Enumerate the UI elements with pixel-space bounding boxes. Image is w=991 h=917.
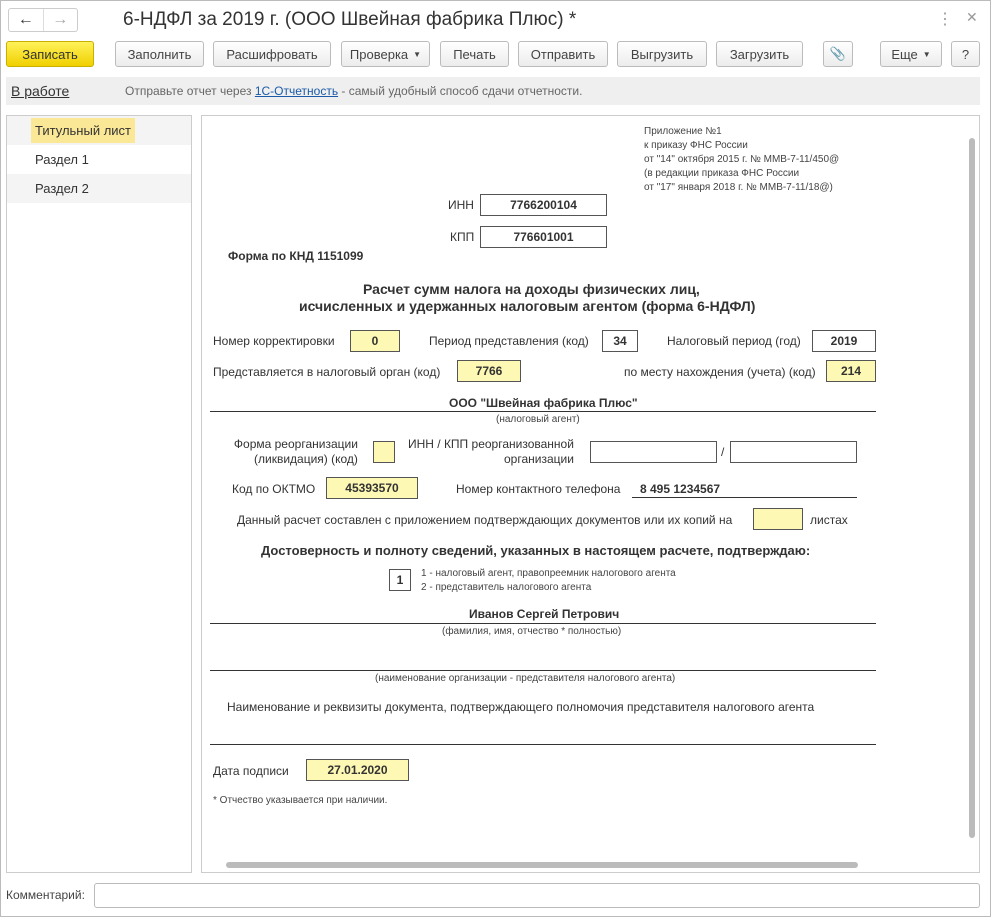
- window-title: 6-НДФЛ за 2019 г. (ООО Швейная фабрика П…: [123, 9, 577, 30]
- divider: [210, 411, 876, 412]
- form-title-2: исчисленных и удержанных налоговым агент…: [299, 298, 756, 314]
- divider: [210, 744, 876, 745]
- phone-field[interactable]: 8 495 1234567: [640, 482, 720, 496]
- back-icon[interactable]: ←: [9, 9, 44, 31]
- forward-icon[interactable]: →: [44, 9, 78, 31]
- form-title-1: Расчет сумм налога на доходы физических …: [363, 281, 700, 297]
- status-bar: В работе Отправьте отчет через 1С-Отчетн…: [6, 77, 980, 105]
- status-hint: Отправьте отчет через 1С-Отчетность - са…: [125, 84, 583, 98]
- sidebar: Титульный лист Раздел 1 Раздел 2: [6, 115, 192, 873]
- footnote: * Отчество указывается при наличии.: [213, 795, 388, 806]
- more-icon[interactable]: ⋮: [937, 9, 953, 29]
- reorg-field[interactable]: [373, 441, 395, 463]
- dropdown-icon: ▼: [413, 49, 422, 59]
- attachment-label: Данный расчет составлен с приложением по…: [237, 513, 733, 527]
- document-label: Наименование и реквизиты документа, подт…: [227, 700, 815, 714]
- signer-option-2: 2 - представитель налогового агента: [421, 582, 592, 593]
- signer-fio[interactable]: Иванов Сергей Петрович: [469, 607, 619, 621]
- period-field[interactable]: 34: [602, 330, 638, 352]
- send-button[interactable]: Отправить: [518, 41, 608, 67]
- sidebar-item-title-page[interactable]: Титульный лист: [7, 116, 191, 145]
- attachment-sheets-field[interactable]: [753, 508, 803, 530]
- vertical-scrollbar[interactable]: [969, 138, 975, 838]
- kpp-field[interactable]: 776601001: [480, 226, 607, 248]
- dropdown-icon: ▼: [922, 49, 931, 59]
- comment-input[interactable]: [94, 883, 980, 908]
- representative-caption: (наименование организации - представител…: [375, 673, 676, 684]
- inn-label: ИНН: [448, 198, 474, 212]
- horizontal-scrollbar[interactable]: [226, 862, 858, 868]
- status-link[interactable]: В работе: [11, 83, 69, 99]
- appendix: Приложение №1 к приказу ФНС России от "14"…: [644, 126, 840, 193]
- phone-underline: [632, 497, 857, 498]
- more-label: Еще: [891, 46, 918, 62]
- nav-group: ← →: [8, 8, 78, 32]
- reorg-inn-label: ИНН / КПП реорганизованной организации: [407, 437, 574, 466]
- check-label: Проверка: [349, 46, 409, 62]
- print-button[interactable]: Печать: [440, 41, 509, 67]
- signer-option-1: 1 - налоговый агент, правопреемник налог…: [421, 568, 676, 579]
- reorg-label: Форма реорганизации (ликвидация) (код): [233, 437, 358, 466]
- close-icon[interactable]: ✕: [966, 9, 978, 26]
- divider: [210, 623, 876, 624]
- form-content: Приложение №1 к приказу ФНС России от "14"…: [202, 116, 979, 872]
- year-label: Налоговый период (год): [667, 334, 801, 348]
- year-field[interactable]: 2019: [812, 330, 876, 352]
- tax-office-label: Представляется в налоговый орган (код): [213, 365, 441, 379]
- tax-office-field[interactable]: 7766: [457, 360, 521, 382]
- divider: [210, 670, 876, 671]
- reorg-inn-field[interactable]: [590, 441, 717, 463]
- confirm-heading: Достоверность и полноту сведений, указан…: [261, 543, 811, 558]
- signer-code-field[interactable]: 1: [389, 569, 411, 591]
- save-button[interactable]: Записать: [6, 41, 94, 67]
- reorg-kpp-field[interactable]: [730, 441, 857, 463]
- import-button[interactable]: Загрузить: [716, 41, 803, 67]
- decode-button[interactable]: Расшифровать: [213, 41, 331, 67]
- sign-date-field[interactable]: 27.01.2020: [306, 759, 409, 781]
- agent-name: ООО "Швейная фабрика Плюс": [449, 396, 638, 410]
- sign-date-label: Дата подписи: [213, 764, 289, 778]
- oktmo-field[interactable]: 45393570: [326, 477, 418, 499]
- agent-caption: (налоговый агент): [496, 414, 580, 425]
- sidebar-item-label: Раздел 1: [35, 152, 89, 167]
- place-field[interactable]: 214: [826, 360, 876, 382]
- sidebar-item-label: Титульный лист: [31, 118, 136, 143]
- form-panel: Приложение №1 к приказу ФНС России от "14"…: [201, 115, 980, 873]
- slash: /: [721, 445, 725, 459]
- fill-button[interactable]: Заполнить: [115, 41, 204, 67]
- knd-label: Форма по КНД 1151099: [228, 249, 364, 263]
- sidebar-item-label: Раздел 2: [35, 181, 89, 196]
- kpp-label: КПП: [450, 230, 475, 244]
- paperclip-icon[interactable]: 📎: [823, 41, 853, 67]
- fio-caption: (фамилия, имя, отчество * полностью): [442, 626, 622, 637]
- sidebar-item-section-2[interactable]: Раздел 2: [7, 174, 191, 203]
- period-label: Период представления (код): [429, 334, 589, 348]
- reporting-link[interactable]: 1С-Отчетность: [255, 84, 338, 98]
- inn-field[interactable]: 7766200104: [480, 194, 607, 216]
- export-button[interactable]: Выгрузить: [617, 41, 707, 67]
- sidebar-item-section-1[interactable]: Раздел 1: [7, 145, 191, 174]
- place-label: по месту нахождения (учета) (код): [624, 365, 816, 379]
- oktmo-label: Код по ОКТМО: [232, 482, 316, 496]
- help-button[interactable]: ?: [951, 41, 980, 67]
- comment-label: Комментарий:: [6, 888, 85, 902]
- sheets-label: листах: [810, 513, 848, 527]
- phone-label: Номер контактного телефона: [456, 482, 621, 496]
- check-button[interactable]: Проверка ▼: [341, 41, 430, 67]
- correction-label: Номер корректировки: [213, 334, 335, 348]
- correction-field[interactable]: 0: [350, 330, 400, 352]
- more-button[interactable]: Еще ▼: [880, 41, 942, 67]
